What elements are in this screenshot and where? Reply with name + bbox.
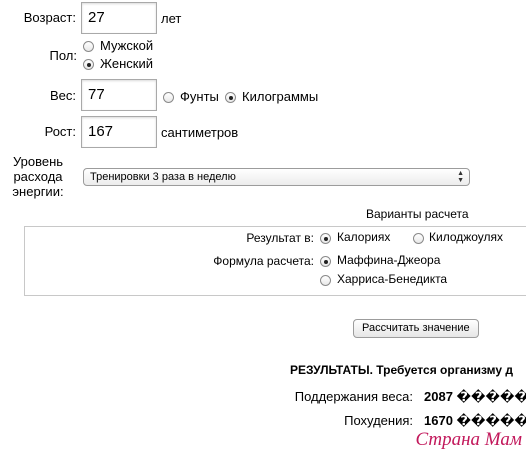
height-input[interactable]: 167 <box>81 116 157 148</box>
watermark-logo: Страна Мам <box>415 429 522 450</box>
result-maintain-value: 2087 ������ <box>424 389 526 404</box>
formula-mifflin-label[interactable]: Маффина-Джеора <box>337 253 440 267</box>
formula-harris-label[interactable]: Харриса-Бенедикта <box>337 272 447 286</box>
age-label: Возраст: <box>23 10 76 25</box>
select-arrows-icon: ▲ ▼ <box>457 170 464 184</box>
result-calories-radio[interactable] <box>320 233 331 244</box>
formula-harris-radio[interactable] <box>320 275 331 286</box>
activity-select-value: Тренировки 3 раза в неделю <box>90 171 236 183</box>
formula-label: Формула расчета: <box>213 254 314 268</box>
activity-select[interactable]: Тренировки 3 раза в неделю ▲ ▼ <box>83 168 470 186</box>
activity-label-line-2: расхода <box>13 169 63 184</box>
sex-female-label[interactable]: Женский <box>100 56 153 71</box>
result-in-label: Результат в: <box>246 231 314 245</box>
weight-pounds-label[interactable]: Фунты <box>180 89 219 104</box>
weight-label: Вес: <box>49 88 76 103</box>
age-unit: лет <box>161 11 182 26</box>
sex-male-label[interactable]: Мужской <box>100 38 153 53</box>
result-lose-value: 1670 ������ <box>424 413 526 428</box>
options-heading: Варианты расчета <box>366 207 469 221</box>
activity-label-line-1: Уровень <box>12 154 64 169</box>
result-kj-label[interactable]: Килоджоулях <box>429 230 503 244</box>
height-label: Рост: <box>44 124 76 139</box>
formula-mifflin-radio[interactable] <box>320 256 331 267</box>
sex-male-radio[interactable] <box>83 41 94 52</box>
sex-label: Пол: <box>49 48 78 63</box>
results-heading: РЕЗУЛЬТАТЫ. Требуется организму д <box>290 363 513 377</box>
result-lose-label: Похудения: <box>344 413 413 428</box>
sex-female-radio[interactable] <box>83 59 94 70</box>
weight-kg-radio[interactable] <box>225 92 236 103</box>
activity-label: Уровень расхода энергии: <box>0 154 76 199</box>
weight-kg-label[interactable]: Килограммы <box>242 89 318 104</box>
result-kj-radio[interactable] <box>413 233 424 244</box>
activity-label-line-3: энергии: <box>12 184 64 199</box>
result-maintain-label: Поддержания веса: <box>294 389 413 404</box>
height-unit: сантиметров <box>161 125 239 140</box>
age-input[interactable]: 27 <box>81 2 157 34</box>
weight-input[interactable]: 77 <box>81 79 157 111</box>
weight-pounds-radio[interactable] <box>163 92 174 103</box>
calculate-button[interactable]: Рассчитать значение <box>353 319 479 338</box>
result-calories-label[interactable]: Калориях <box>337 230 390 244</box>
